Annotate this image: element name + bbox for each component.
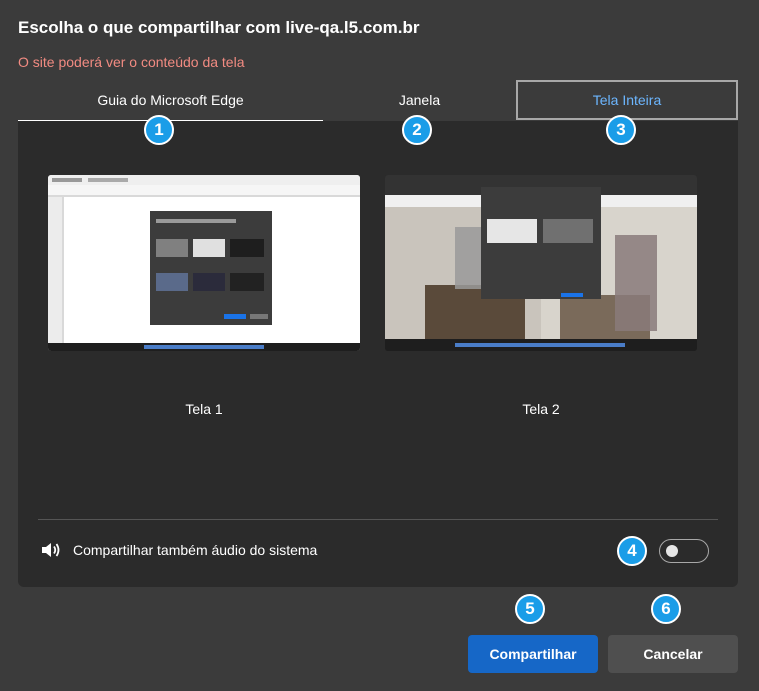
screen-1-thumbnail[interactable] bbox=[48, 175, 360, 351]
annotation-badge-2: 2 bbox=[402, 115, 432, 145]
tab-window[interactable]: Janela bbox=[323, 80, 516, 120]
tab-edge-tab[interactable]: Guia do Microsoft Edge bbox=[18, 80, 323, 121]
tab-entire-screen[interactable]: Tela Inteira bbox=[516, 80, 738, 120]
annotation-badge-3: 3 bbox=[606, 115, 636, 145]
screen-2-thumbnail[interactable] bbox=[385, 175, 697, 351]
cancel-button[interactable]: Cancelar bbox=[608, 635, 738, 673]
dialog-title: Escolha o que compartilhar com live-qa.l… bbox=[18, 18, 420, 37]
source-tabs: Guia do Microsoft Edge Janela Tela Intei… bbox=[18, 80, 738, 121]
share-button[interactable]: Compartilhar bbox=[468, 635, 598, 673]
screen-2-label: Tela 2 bbox=[522, 401, 560, 417]
audio-divider bbox=[38, 519, 718, 520]
annotation-badge-5: 5 bbox=[515, 594, 545, 624]
screen-1-label: Tela 1 bbox=[185, 401, 223, 417]
share-screen-dialog: Escolha o que compartilhar com live-qa.l… bbox=[0, 0, 759, 691]
dialog-subtitle: O site poderá ver o conteúdo da tela bbox=[18, 54, 245, 70]
annotation-badge-6: 6 bbox=[651, 594, 681, 624]
screen-picker-panel: Tela 1 Tela 2 Compartilhar também áudio … bbox=[18, 121, 738, 587]
screen-1-preview bbox=[48, 175, 360, 351]
toggle-knob bbox=[666, 545, 678, 557]
system-audio-label: Compartilhar também áudio do sistema bbox=[73, 542, 318, 558]
annotation-badge-1: 1 bbox=[144, 115, 174, 145]
screen-2-preview bbox=[385, 175, 697, 351]
system-audio-toggle[interactable] bbox=[659, 539, 709, 563]
annotation-badge-4: 4 bbox=[617, 536, 647, 566]
speaker-icon bbox=[40, 540, 62, 560]
